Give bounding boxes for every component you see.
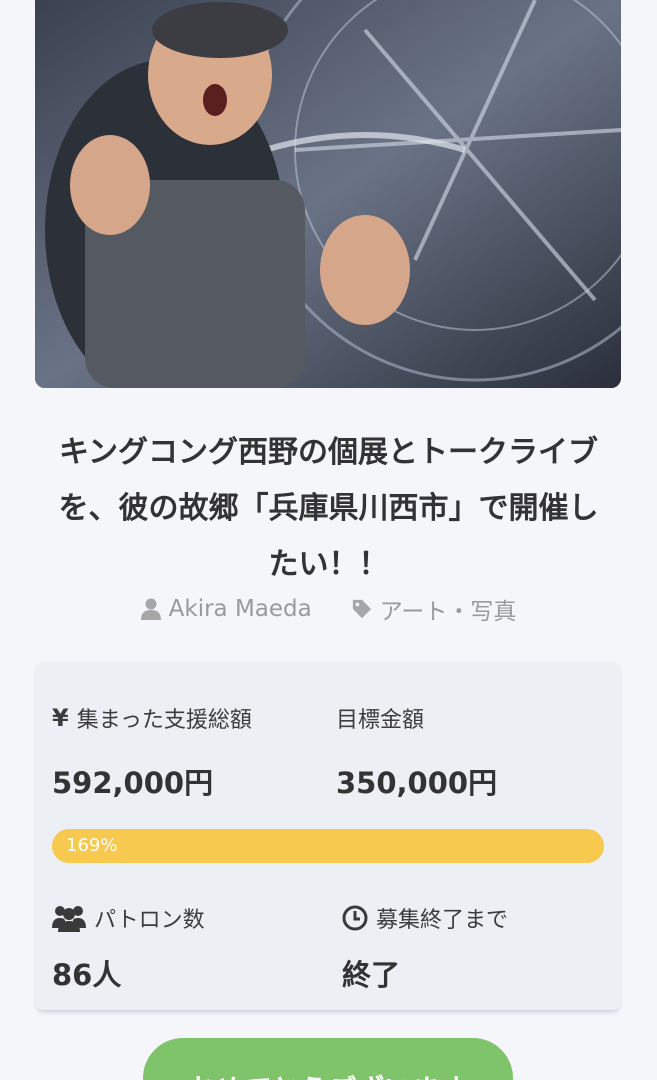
congratulations-button[interactable]: おめでとうございます [143,1038,513,1080]
raised-label-text: 集まった支援総額 [76,708,252,733]
deadline-value: 終了 [342,958,401,992]
author-link[interactable]: Akira Maeda [140,596,312,622]
project-title: キングコング西野の個展とトークライブ を、彼の故郷「兵庫県川西市」で開催し たい… [30,425,627,593]
goal-label: 目標金額 [336,702,424,734]
progress-fill [52,829,604,863]
deadline-label: 募集終了まで [342,902,508,934]
user-icon [140,598,161,620]
project-hero-image [35,0,621,388]
project-title-line1: キングコング西野の個展とトークライブ [58,435,599,470]
funding-progress-bar: 169% [52,829,604,863]
author-name: Akira Maeda [168,596,312,622]
clock-icon [342,905,368,931]
category-name: アート・写真 [379,599,517,625]
patrons-label-text: パトロン数 [94,908,205,933]
project-title-line2: を、彼の故郷「兵庫県川西市」で開催し [58,491,599,526]
patrons-label: パトロン数 [52,902,205,934]
tag-icon [352,599,371,619]
users-icon [52,906,86,932]
raised-value: 592,000円 [52,766,214,800]
project-title-line3: たい！！ [268,547,389,582]
project-meta: Akira Maeda アート・写真 [0,590,657,628]
deadline-label-text: 募集終了まで [376,908,509,933]
funding-stats-card: ¥ 集まった支援総額 592,000円 目標金額 350,000円 169% パ… [35,662,621,1010]
progress-percent: 169% [66,835,118,856]
patrons-value: 86人 [52,958,122,992]
yen-icon: ¥ [52,704,69,732]
raised-label: ¥ 集まった支援総額 [52,702,252,734]
goal-value: 350,000円 [336,766,498,800]
goal-label-text: 目標金額 [336,708,425,733]
category-link[interactable]: アート・写真 [352,592,517,626]
